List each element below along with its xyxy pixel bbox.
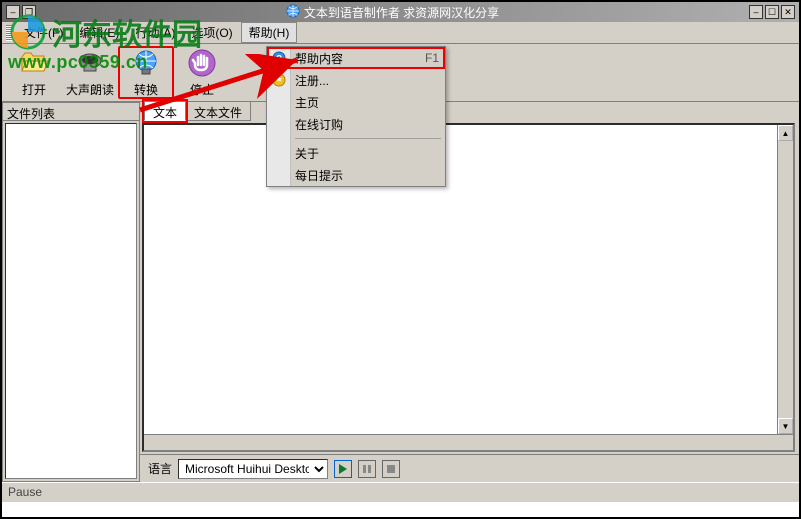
hand-stop-icon	[186, 47, 218, 79]
convert-button[interactable]: 转换	[118, 46, 174, 99]
language-select[interactable]: Microsoft Huihui Desktc	[178, 459, 328, 479]
titlebar: ‒ ❐ 文本到语音制作者 求资源网汉化分享 ‒ ☐ ✕	[2, 2, 799, 22]
help-icon: ?	[271, 50, 287, 66]
menu-help-content-label: 帮助内容	[295, 50, 343, 67]
main-panel: 文本 文本文件 ▲ ▼ 语言 Microsoft Huihui Desktc	[140, 102, 799, 482]
svg-text:?: ?	[276, 54, 282, 65]
menubar-grip[interactable]	[6, 25, 12, 41]
stop-playback-button[interactable]	[382, 460, 400, 478]
play-button[interactable]	[334, 460, 352, 478]
menu-register[interactable]: 注册...	[267, 69, 445, 91]
menu-separator	[295, 138, 441, 139]
menu-edit[interactable]: 编辑(E)	[71, 22, 127, 43]
sys-close[interactable]: ✕	[781, 5, 795, 19]
menu-order-online-label: 在线订购	[295, 116, 343, 133]
menu-daily-tip-label: 每日提示	[295, 167, 343, 184]
menu-daily-tip[interactable]: 每日提示	[267, 164, 445, 186]
status-text: Pause	[8, 485, 42, 499]
menu-order-online[interactable]: 在线订购	[267, 113, 445, 135]
folder-open-icon	[18, 47, 50, 79]
scrollbar-vertical[interactable]: ▲ ▼	[777, 125, 793, 434]
menu-help-shortcut: F1	[425, 51, 439, 65]
help-dropdown: ? 帮助内容 F1 注册... 主页 在线订购 关于 每日提示	[266, 46, 446, 187]
sys-icons-left: ‒ ❐	[6, 5, 36, 19]
tab-text-file[interactable]: 文本文件	[185, 101, 251, 121]
window-title: 文本到语音制作者 求资源网汉化分享	[36, 4, 749, 21]
menu-file[interactable]: 文件(F)	[16, 22, 71, 43]
speaker-icon	[74, 47, 106, 79]
menu-homepage-label: 主页	[295, 94, 319, 111]
read-aloud-button[interactable]: 大声朗读	[62, 46, 118, 99]
scroll-up-icon[interactable]: ▲	[778, 125, 793, 141]
tabs: 文本 文本文件	[140, 101, 799, 121]
sys-minimize-2[interactable]: ‒	[749, 5, 763, 19]
sys-minimize-1[interactable]: ‒	[6, 5, 20, 19]
read-aloud-label: 大声朗读	[66, 81, 114, 98]
statusbar: Pause	[2, 482, 799, 502]
menu-about-label: 关于	[295, 145, 319, 162]
menu-action[interactable]: 行动(A)	[127, 22, 183, 43]
sidebar: 文件列表	[2, 102, 140, 482]
sys-icons-right: ‒ ☐ ✕	[749, 5, 795, 19]
sidebar-header: 文件列表	[3, 103, 139, 121]
language-label: 语言	[148, 460, 172, 477]
bottom-bar: 语言 Microsoft Huihui Desktc	[140, 454, 799, 482]
menu-options[interactable]: 选项(O)	[183, 22, 240, 43]
menu-register-label: 注册...	[295, 72, 329, 89]
tab-text[interactable]: 文本	[144, 101, 186, 121]
menu-help[interactable]: 帮助(H)	[241, 22, 298, 43]
menubar: 文件(F) 编辑(E) 行动(A) 选项(O) 帮助(H)	[2, 22, 799, 44]
convert-label: 转换	[134, 81, 158, 98]
register-icon	[271, 72, 287, 88]
text-editor[interactable]: ▲ ▼	[142, 123, 795, 452]
window-title-text: 文本到语音制作者 求资源网汉化分享	[304, 4, 499, 21]
open-button[interactable]: 打开	[6, 46, 62, 99]
scrollbar-horizontal[interactable]	[144, 434, 793, 450]
pause-button[interactable]	[358, 460, 376, 478]
stop-label: 停止	[190, 81, 214, 98]
menu-help-content[interactable]: ? 帮助内容 F1	[267, 47, 445, 69]
menu-homepage[interactable]: 主页	[267, 91, 445, 113]
scroll-down-icon[interactable]: ▼	[778, 418, 793, 434]
globe-convert-icon	[130, 47, 162, 79]
sys-maximize[interactable]: ☐	[765, 5, 779, 19]
app-icon	[286, 4, 300, 21]
stop-button[interactable]: 停止	[174, 46, 230, 99]
file-list[interactable]	[5, 123, 137, 479]
open-label: 打开	[22, 81, 46, 98]
menu-about[interactable]: 关于	[267, 142, 445, 164]
sys-restore-1[interactable]: ❐	[22, 5, 36, 19]
